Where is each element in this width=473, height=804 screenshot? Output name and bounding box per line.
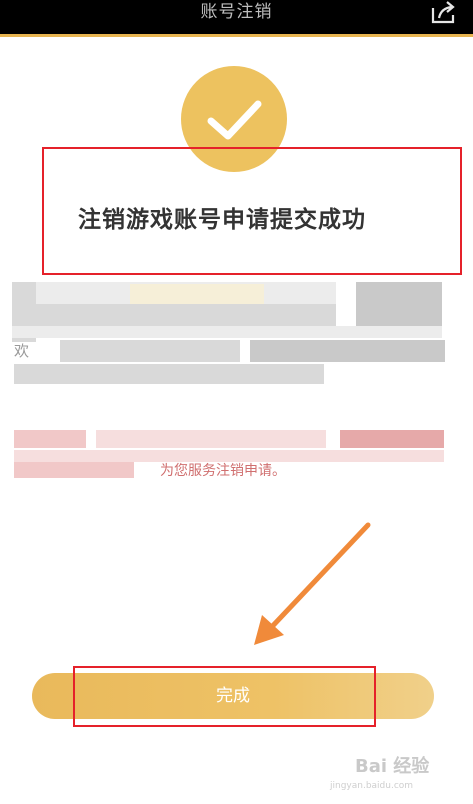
baidu-jingyan-watermark: Bai 经验 [355,756,430,777]
highlight-box-title [42,147,462,275]
share-button[interactable] [425,0,459,26]
blurred-warning-fragment: 为您服务注销申请。 [160,463,286,479]
app-header: 账号注销 [0,0,473,36]
header-accent-line [0,34,473,37]
page-title: 账号注销 [200,2,273,22]
arrow-annotation-icon [254,522,371,645]
watermark-url: jingyan.baidu.com [330,781,414,791]
highlight-box-button [73,666,376,727]
share-icon [431,1,455,24]
blurred-text-fragment: 欢 [14,342,30,360]
